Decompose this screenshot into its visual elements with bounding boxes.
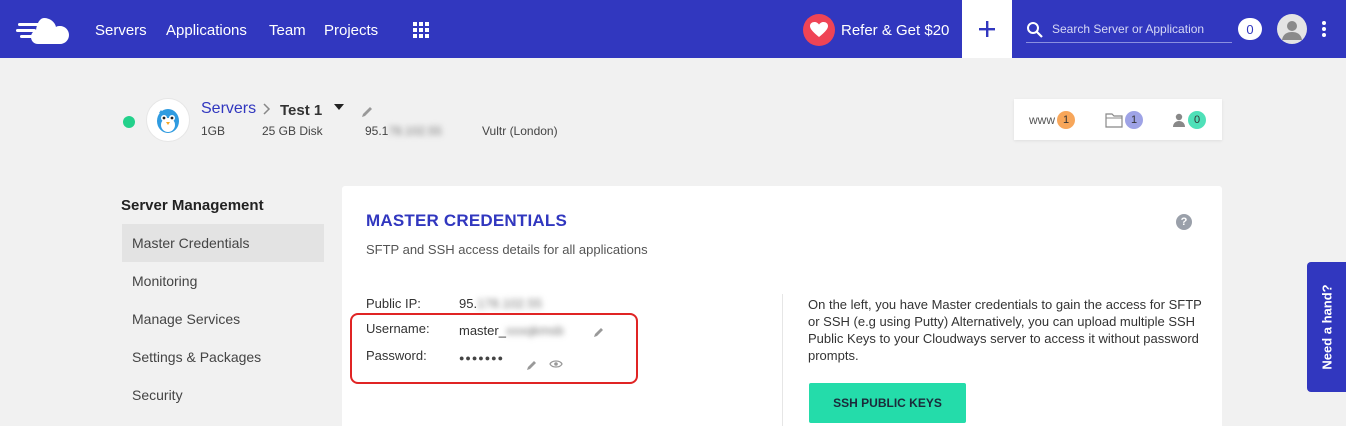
edit-password-icon[interactable] [526,359,538,371]
sidebar-item-master-credentials[interactable]: Master Credentials [122,224,324,262]
eye-icon[interactable] [549,359,563,369]
server-provider: Vultr (London) [482,124,558,138]
edit-username-icon[interactable] [593,326,605,338]
www-icon: www [1029,113,1055,127]
breadcrumb-servers[interactable]: Servers [201,100,256,118]
card-divider [782,294,783,426]
server-name: Test 1 [280,102,323,119]
bird-mascot-icon [157,109,179,133]
password-label: Password: [366,348,427,363]
apps-grid-icon[interactable] [413,22,429,38]
stat-files[interactable]: 1 [1105,110,1143,130]
stat-users[interactable]: 0 [1172,110,1206,130]
search-bar [1026,17,1232,43]
sidebar-item-manage-services[interactable]: Manage Services [122,300,324,338]
stat-apps[interactable]: www 1 [1029,110,1075,130]
notification-badge[interactable]: 0 [1238,18,1262,40]
add-button[interactable] [962,0,1012,58]
sidebar-title: Server Management [121,197,264,214]
ssh-info-text: On the left, you have Master credentials… [808,297,1202,363]
need-a-hand-tab[interactable]: Need a hand? [1307,262,1346,392]
nav-projects[interactable]: Projects [324,22,378,39]
password-value: ●●●●●●● [459,353,505,363]
more-menu-icon[interactable] [1320,21,1328,39]
cloudways-logo[interactable] [16,14,78,46]
sidebar-item-monitoring[interactable]: Monitoring [122,262,324,300]
server-switch-dropdown[interactable] [334,104,344,110]
card-title: MASTER CREDENTIALS [366,211,567,230]
server-stats: www 1 1 0 [1014,99,1222,140]
username-value: master_xxxqkmsb [459,323,564,338]
need-a-hand-label: Need a hand? [1319,284,1334,370]
heart-icon [803,14,835,46]
sidebar-item-settings-packages[interactable]: Settings & Packages [122,338,324,376]
nav-team[interactable]: Team [269,22,306,39]
user-icon [1282,21,1302,40]
top-navbar: Servers Applications Team Projects Refer… [0,0,1346,58]
user-avatar[interactable] [1277,14,1307,44]
user-icon [1173,113,1185,127]
server-ram: 1GB [201,124,226,138]
public-ip-label: Public IP: [366,296,421,311]
server-ip: 95.178.102.55 [365,124,442,138]
folder-icon [1105,113,1123,128]
refer-button[interactable]: Refer & Get $20 [803,14,949,46]
card-subtitle: SFTP and SSH access details for all appl… [366,242,648,257]
server-disk: 25 GB Disk [262,124,323,138]
status-indicator [123,116,135,128]
chevron-right-icon [263,103,271,115]
sidebar-item-security[interactable]: Security [122,376,324,414]
ssh-public-keys-button[interactable]: SSH PUBLIC KEYS [809,383,966,423]
refer-label: Refer & Get $20 [841,21,950,39]
nav-servers[interactable]: Servers [95,22,147,39]
master-credentials-card: MASTER CREDENTIALS SFTP and SSH access d… [342,186,1222,426]
server-avatar [146,98,190,142]
help-icon[interactable]: ? [1176,214,1192,230]
search-icon [1027,22,1043,38]
edit-server-name-icon[interactable] [360,105,374,119]
nav-applications[interactable]: Applications [166,22,247,39]
username-label: Username: [366,321,430,336]
plus-icon [979,21,995,37]
search-input[interactable] [1052,19,1230,39]
public-ip-value: 95.178.102.55 [459,296,543,311]
